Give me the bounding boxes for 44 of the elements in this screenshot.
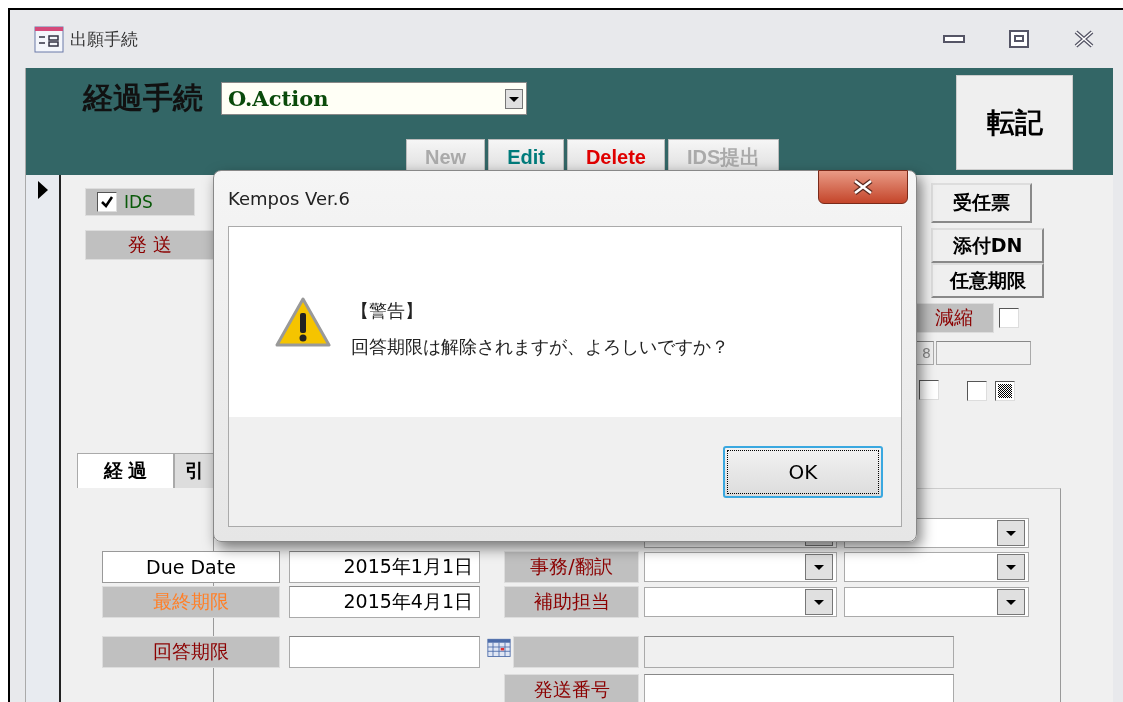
- transfer-button[interactable]: 転記: [956, 75, 1073, 170]
- dropdown-field[interactable]: [844, 552, 1029, 582]
- field-label: 最終期限: [102, 586, 280, 618]
- maximize-icon[interactable]: [1009, 30, 1029, 48]
- text-field[interactable]: [644, 674, 954, 702]
- checkbox[interactable]: [999, 308, 1019, 328]
- dropdown-field[interactable]: [644, 552, 837, 582]
- field-label: 補助担当: [504, 586, 639, 618]
- action-select[interactable]: O.Action: [221, 82, 527, 115]
- dropdown-field[interactable]: [644, 587, 837, 617]
- form-icon: [34, 25, 64, 53]
- calendar-icon[interactable]: [487, 636, 511, 658]
- field-label: 減縮: [914, 303, 994, 333]
- text-field[interactable]: [936, 341, 1031, 365]
- ok-button[interactable]: OK: [723, 445, 883, 498]
- close-button[interactable]: [818, 170, 908, 204]
- tab[interactable]: 経 過: [77, 453, 174, 488]
- field-label: 事務/翻訳: [504, 551, 639, 583]
- field-label: Due Date: [102, 551, 280, 583]
- section-title: 経過手続: [83, 79, 203, 117]
- date-field[interactable]: 2015年4月1日: [289, 586, 480, 618]
- checkbox[interactable]: [919, 380, 939, 400]
- field-label: 回答期限: [102, 636, 280, 668]
- side-button[interactable]: 受任票: [931, 183, 1032, 223]
- dialog-message: 回答期限は解除されますが、よろしいですか？: [351, 335, 729, 359]
- minimize-icon[interactable]: [943, 34, 965, 44]
- dialog-heading: 【警告】: [351, 299, 424, 323]
- dropdown-field[interactable]: [844, 587, 1029, 617]
- pattern-swatch[interactable]: [995, 381, 1015, 401]
- record-selector-icon: [37, 181, 48, 199]
- window-title: 出願手続: [70, 27, 138, 51]
- warning-icon: [275, 296, 331, 348]
- field-label: 発送番号: [504, 674, 639, 702]
- date-field[interactable]: 2015年1月1日: [289, 551, 480, 583]
- date-field[interactable]: [289, 636, 480, 668]
- text-field[interactable]: [644, 636, 954, 668]
- dropdown-button[interactable]: [505, 88, 523, 109]
- tab[interactable]: 引: [174, 453, 214, 488]
- side-button[interactable]: 添付DN: [931, 228, 1044, 263]
- close-icon[interactable]: [1073, 30, 1095, 48]
- checkbox[interactable]: [97, 192, 117, 212]
- side-button[interactable]: 任意期限: [931, 263, 1044, 298]
- checkbox[interactable]: [967, 381, 987, 401]
- dialog-title: Kempos Ver.6: [227, 187, 351, 211]
